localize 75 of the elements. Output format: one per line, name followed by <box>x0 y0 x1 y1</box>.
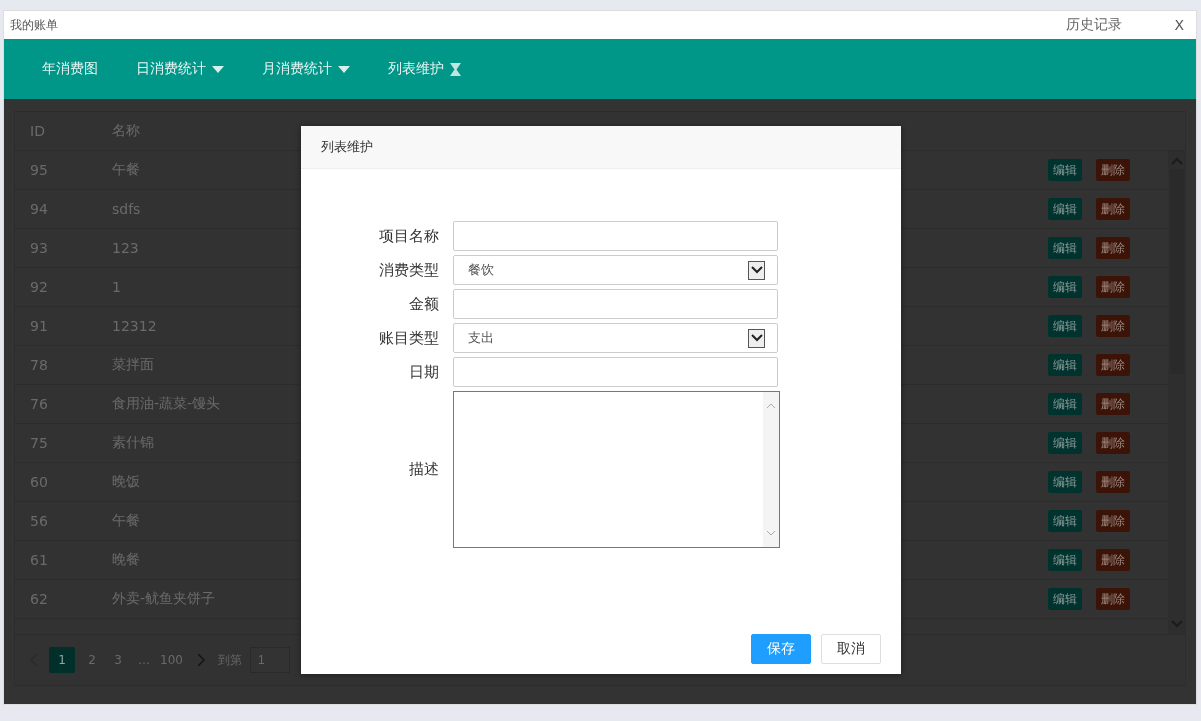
table-cell-text: 56 <box>29 513 49 529</box>
hourglass-icon <box>450 62 461 76</box>
edit-button[interactable]: 编辑 <box>1048 432 1082 454</box>
table-cell-text: 75 <box>29 435 49 451</box>
field-label: 日期 <box>408 362 439 382</box>
window-title: 我的账单 <box>10 16 59 34</box>
edit-button[interactable]: 编辑 <box>1048 276 1082 298</box>
edit-button[interactable]: 编辑 <box>1048 198 1082 220</box>
table-cell-text: sdfs <box>111 201 142 217</box>
input-field[interactable] <box>453 289 778 319</box>
delete-button[interactable]: 删除 <box>1096 315 1130 337</box>
table-cell-text: 94 <box>29 201 49 217</box>
caret-icon <box>338 65 350 73</box>
table-cell-text: 62 <box>29 591 49 607</box>
select-field[interactable]: 支出 <box>453 323 778 353</box>
column-header: ID <box>29 123 46 139</box>
chevron-down-icon <box>748 328 765 348</box>
input-field[interactable] <box>453 221 778 251</box>
page-button[interactable]: 1 <box>49 647 75 673</box>
save-button[interactable]: 保存 <box>751 634 811 664</box>
cancel-button[interactable]: 取消 <box>821 634 881 664</box>
delete-button[interactable]: 删除 <box>1096 471 1130 493</box>
field-label: 项目名称 <box>378 226 439 246</box>
chevron-down-icon <box>748 260 765 280</box>
select-value: 支出 <box>468 329 494 347</box>
field-label: 账目类型 <box>378 328 439 348</box>
chevron-right-icon[interactable] <box>195 653 206 667</box>
nav-item[interactable]: 年消费图 <box>42 60 98 78</box>
delete-button[interactable]: 删除 <box>1096 159 1130 181</box>
input-field[interactable] <box>453 357 778 387</box>
chevron-up-icon[interactable] <box>766 402 776 409</box>
scrollbar[interactable] <box>763 392 779 547</box>
edit-button[interactable]: 编辑 <box>1048 510 1082 532</box>
select-value: 餐饮 <box>468 261 494 279</box>
edit-button[interactable]: 编辑 <box>1048 315 1082 337</box>
description-textarea[interactable] <box>453 391 780 548</box>
chevron-down-icon[interactable] <box>766 530 776 537</box>
delete-button[interactable]: 删除 <box>1096 549 1130 571</box>
nav-item[interactable]: 日消费统计 <box>136 60 224 78</box>
delete-button[interactable]: 删除 <box>1096 198 1130 220</box>
delete-button[interactable]: 删除 <box>1096 588 1130 610</box>
edit-button[interactable]: 编辑 <box>1048 588 1082 610</box>
table-cell-text: 123 <box>111 240 140 256</box>
table-cell-text: 78 <box>29 357 49 373</box>
history-link[interactable]: 历史记录 <box>1066 16 1123 34</box>
field-label: 金额 <box>408 294 439 314</box>
delete-button[interactable]: 删除 <box>1096 510 1130 532</box>
delete-button[interactable]: 删除 <box>1096 354 1130 376</box>
edit-button[interactable]: 编辑 <box>1048 159 1082 181</box>
table-cell-text: 91 <box>29 318 49 334</box>
nav-item[interactable]: 月消费统计 <box>262 60 350 78</box>
field-label: 消费类型 <box>378 260 439 280</box>
close-button[interactable]: X <box>1168 17 1190 33</box>
table-cell-text: 92 <box>29 279 49 295</box>
edit-button[interactable]: 编辑 <box>1048 354 1082 376</box>
edit-button[interactable]: 编辑 <box>1048 549 1082 571</box>
nav-item[interactable]: 列表维护 <box>388 60 461 78</box>
table-cell-text: 95 <box>29 162 49 178</box>
field-label: 描述 <box>408 460 439 479</box>
caret-icon <box>212 65 224 73</box>
table-cell-text: 12312 <box>111 318 158 334</box>
table-cell-text: 61 <box>29 552 49 568</box>
edit-button[interactable]: 编辑 <box>1048 237 1082 259</box>
delete-button[interactable]: 删除 <box>1096 393 1130 415</box>
dialog-title: 列表维护 <box>321 138 373 156</box>
select-field[interactable]: 餐饮 <box>453 255 778 285</box>
table-cell-text: 93 <box>29 240 49 256</box>
table-cell-text: 1 <box>111 279 122 295</box>
table-cell-text: 60 <box>29 474 49 490</box>
table-cell-text: 76 <box>29 396 49 412</box>
delete-button[interactable]: 删除 <box>1096 276 1130 298</box>
delete-button[interactable]: 删除 <box>1096 432 1130 454</box>
delete-button[interactable]: 删除 <box>1096 237 1130 259</box>
edit-button[interactable]: 编辑 <box>1048 393 1082 415</box>
edit-button[interactable]: 编辑 <box>1048 471 1082 493</box>
